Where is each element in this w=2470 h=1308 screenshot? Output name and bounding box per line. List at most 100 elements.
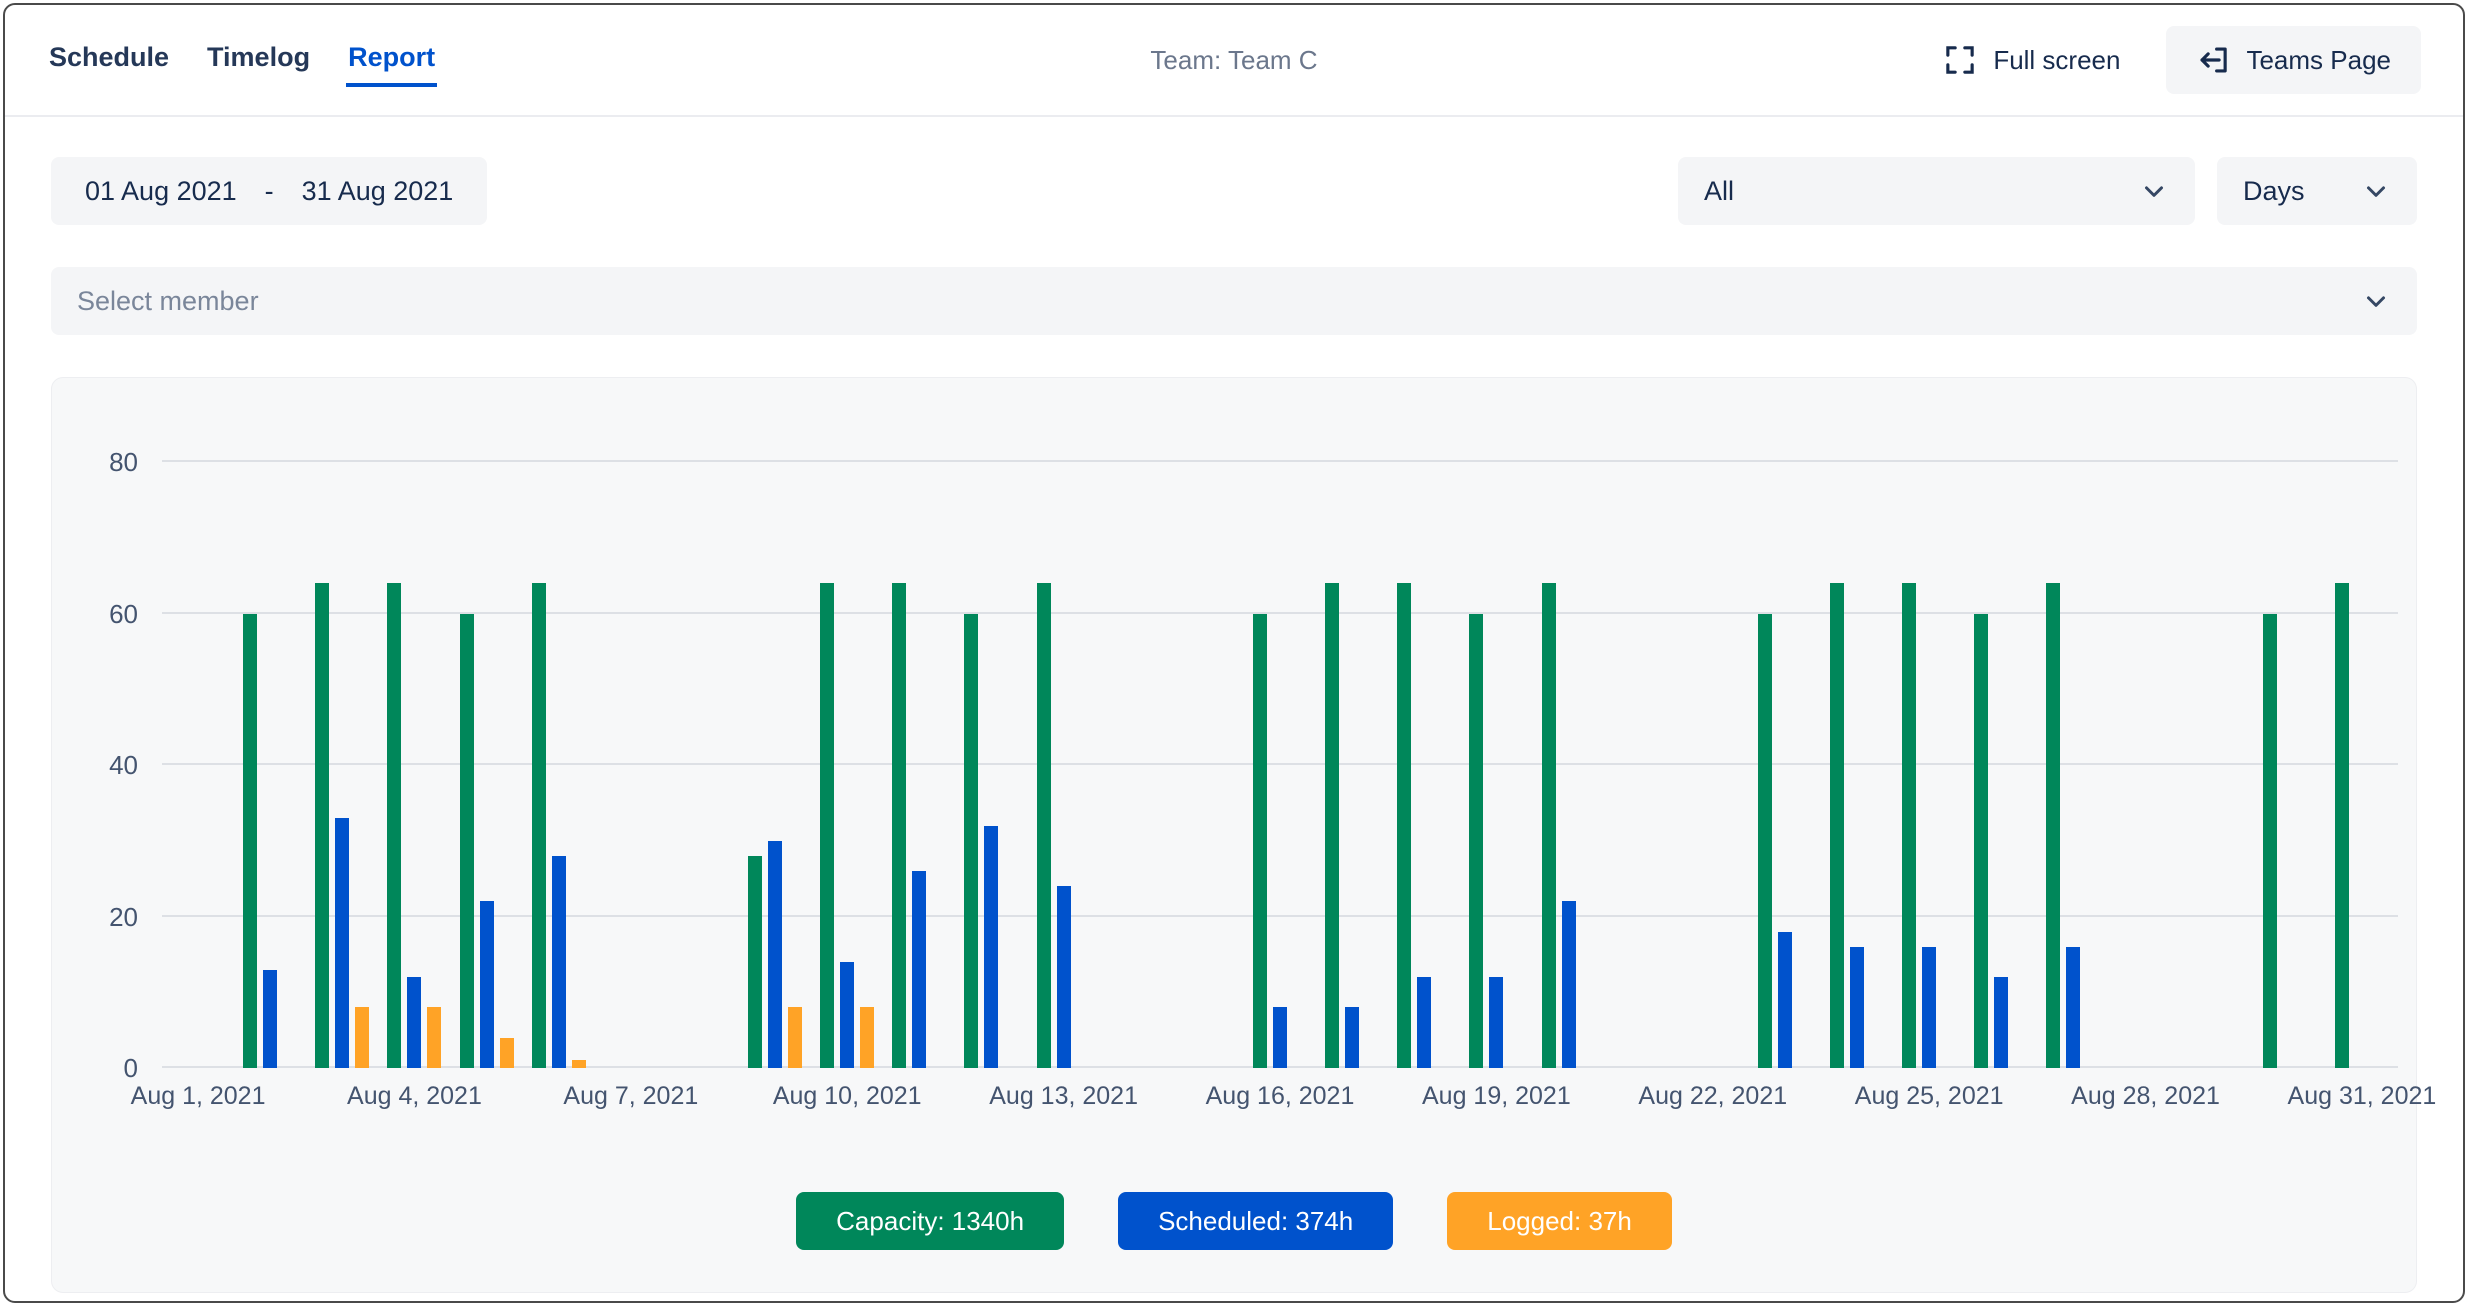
granularity-select[interactable]: Days xyxy=(2217,157,2417,225)
bar-capacity-aug-2 xyxy=(243,614,257,1069)
bar-scheduled-aug-10 xyxy=(840,962,854,1068)
teams-page-button[interactable]: Teams Page xyxy=(2166,26,2421,94)
tab-bar: Schedule Timelog Report xyxy=(47,34,437,87)
bar-scheduled-aug-3 xyxy=(335,818,349,1068)
x-axis-label: Aug 31, 2021 xyxy=(2288,1082,2437,1111)
bar-scheduled-aug-20 xyxy=(1562,901,1576,1068)
date-range-picker[interactable]: 01 Aug 2021 - 31 Aug 2021 xyxy=(51,157,487,225)
bar-scheduled-aug-19 xyxy=(1489,977,1503,1068)
legend-capacity[interactable]: Capacity: 1340h xyxy=(796,1192,1064,1250)
x-axis-label: Aug 22, 2021 xyxy=(1638,1082,1787,1111)
fullscreen-button[interactable]: Full screen xyxy=(1943,43,2120,77)
chart-legend: Capacity: 1340h Scheduled: 374h Logged: 37… xyxy=(52,1192,2416,1250)
teams-page-label: Teams Page xyxy=(2246,45,2391,76)
bar-capacity-aug-17 xyxy=(1325,583,1339,1068)
fullscreen-label: Full screen xyxy=(1993,45,2120,76)
legend-scheduled[interactable]: Scheduled: 374h xyxy=(1118,1192,1393,1250)
gridline xyxy=(162,612,2398,614)
chevron-down-icon xyxy=(2361,176,2391,206)
granularity-select-value: Days xyxy=(2243,176,2305,207)
scope-select[interactable]: All xyxy=(1678,157,2195,225)
y-axis-label: 0 xyxy=(58,1052,138,1084)
bar-capacity-aug-11 xyxy=(892,583,906,1068)
bar-capacity-aug-16 xyxy=(1253,614,1267,1069)
bar-scheduled-aug-2 xyxy=(263,970,277,1068)
bar-scheduled-aug-4 xyxy=(407,977,421,1068)
gridline xyxy=(162,763,2398,765)
bar-scheduled-aug-25 xyxy=(1922,947,1936,1068)
chevron-down-icon xyxy=(2361,286,2391,316)
bar-capacity-aug-27 xyxy=(2046,583,2060,1068)
bar-capacity-aug-31 xyxy=(2335,583,2349,1068)
filters-right-group: All Days xyxy=(1678,157,2417,225)
bar-capacity-aug-13 xyxy=(1037,583,1051,1068)
member-select[interactable]: Select member xyxy=(51,267,2417,335)
date-separator: - xyxy=(265,176,274,207)
bar-scheduled-aug-13 xyxy=(1057,886,1071,1068)
x-axis-label: Aug 13, 2021 xyxy=(989,1082,1138,1111)
bar-capacity-aug-9 xyxy=(748,856,762,1068)
bar-logged-aug-4 xyxy=(427,1007,441,1068)
x-axis-label: Aug 10, 2021 xyxy=(773,1082,922,1111)
exit-to-teams-icon xyxy=(2196,43,2230,77)
bar-capacity-aug-25 xyxy=(1902,583,1916,1068)
bar-scheduled-aug-24 xyxy=(1850,947,1864,1068)
bar-scheduled-aug-6 xyxy=(552,856,566,1068)
bar-capacity-aug-5 xyxy=(460,614,474,1069)
tab-timelog[interactable]: Timelog xyxy=(205,34,312,87)
bar-capacity-aug-10 xyxy=(820,583,834,1068)
bar-capacity-aug-24 xyxy=(1830,583,1844,1068)
report-chart-card: 0 20 40 60 80 Aug 1, 2021 Aug 4, 2021 Aug 7, 20… xyxy=(51,377,2417,1293)
bar-logged-aug-5 xyxy=(500,1038,514,1068)
bar-capacity-aug-26 xyxy=(1974,614,1988,1069)
plot-area: 020406080Aug 1, 2021Aug 4, 2021Aug 7, 20… xyxy=(162,462,2398,1068)
x-axis-label: Aug 19, 2021 xyxy=(1422,1082,1571,1111)
bar-scheduled-aug-16 xyxy=(1273,1007,1287,1068)
bar-logged-aug-9 xyxy=(788,1007,802,1068)
bar-capacity-aug-23 xyxy=(1758,614,1772,1069)
app-window: Schedule Timelog Report Team: Team C Ful… xyxy=(3,3,2465,1303)
bar-scheduled-aug-12 xyxy=(984,826,998,1068)
bar-logged-aug-10 xyxy=(860,1007,874,1068)
bar-scheduled-aug-11 xyxy=(912,871,926,1068)
member-select-placeholder: Select member xyxy=(77,286,259,317)
bar-logged-aug-6 xyxy=(572,1060,586,1068)
x-axis-label: Aug 28, 2021 xyxy=(2071,1082,2220,1111)
bar-capacity-aug-19 xyxy=(1469,614,1483,1069)
date-to: 31 Aug 2021 xyxy=(302,176,454,207)
bar-scheduled-aug-26 xyxy=(1994,977,2008,1068)
tab-schedule[interactable]: Schedule xyxy=(47,34,171,87)
bar-scheduled-aug-27 xyxy=(2066,947,2080,1068)
filters-row: 01 Aug 2021 - 31 Aug 2021 All Days xyxy=(51,157,2417,225)
bar-scheduled-aug-18 xyxy=(1417,977,1431,1068)
x-axis-label: Aug 7, 2021 xyxy=(563,1082,698,1111)
bar-scheduled-aug-17 xyxy=(1345,1007,1359,1068)
bar-scheduled-aug-5 xyxy=(480,901,494,1068)
scope-select-value: All xyxy=(1704,176,1734,207)
bar-scheduled-aug-23 xyxy=(1778,932,1792,1068)
y-axis-label: 60 xyxy=(58,598,138,630)
y-axis-label: 80 xyxy=(58,446,138,478)
bar-capacity-aug-4 xyxy=(387,583,401,1068)
bar-capacity-aug-18 xyxy=(1397,583,1411,1068)
fullscreen-icon xyxy=(1943,43,1977,77)
gridline xyxy=(162,915,2398,917)
bar-capacity-aug-20 xyxy=(1542,583,1556,1068)
y-axis-label: 40 xyxy=(58,749,138,781)
top-bar: Schedule Timelog Report Team: Team C Ful… xyxy=(5,5,2463,117)
bar-capacity-aug-12 xyxy=(964,614,978,1069)
bar-capacity-aug-6 xyxy=(532,583,546,1068)
bar-capacity-aug-30 xyxy=(2263,614,2277,1069)
y-axis-label: 20 xyxy=(58,901,138,933)
x-axis-label: Aug 1, 2021 xyxy=(131,1082,266,1111)
x-axis-label: Aug 25, 2021 xyxy=(1855,1082,2004,1111)
team-label: Team: Team C xyxy=(1150,45,1317,76)
bar-capacity-aug-3 xyxy=(315,583,329,1068)
tab-report[interactable]: Report xyxy=(346,34,437,87)
legend-logged[interactable]: Logged: 37h xyxy=(1447,1192,1672,1250)
x-axis-label: Aug 4, 2021 xyxy=(347,1082,482,1111)
topbar-actions: Full screen Teams Page xyxy=(1943,26,2421,94)
x-axis-label: Aug 16, 2021 xyxy=(1206,1082,1355,1111)
bar-scheduled-aug-9 xyxy=(768,841,782,1068)
date-from: 01 Aug 2021 xyxy=(85,176,237,207)
